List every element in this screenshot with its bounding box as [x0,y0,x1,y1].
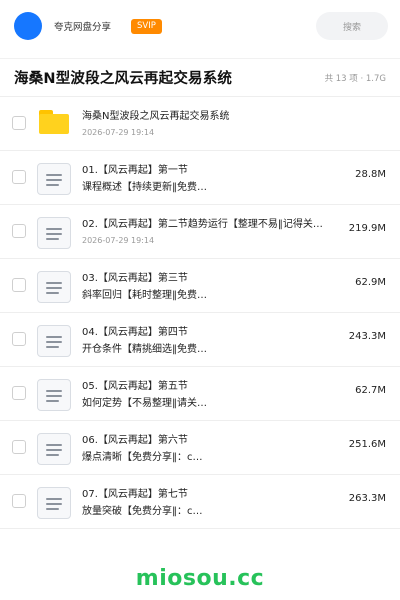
footer: miosou.cc [0,556,400,600]
item-name: 06.【风云再起】第六节 [82,435,188,446]
document-icon [37,325,71,357]
list-item[interactable]: 01.【风云再起】第一节 课程概述【持续更新‖免费… 28.8M [0,151,400,205]
checkbox[interactable] [12,440,26,454]
title-bar: 海桑N型波段之风云再起交易系统 共 13 项 · 1.7G [0,58,400,96]
checkbox[interactable] [12,332,26,346]
list-item[interactable]: 05.【风云再起】第五节 如何定势【不易整理‖请关… 62.7M [0,367,400,421]
item-size: 219.9M [348,223,386,234]
checkbox[interactable] [12,170,26,184]
document-icon [37,379,71,411]
search-button[interactable]: 搜索 [316,12,388,40]
share-owner-name: 夸克网盘分享 [54,22,112,33]
item-name: 07.【风云再起】第七节 [82,489,188,500]
item-name: 04.【风云再起】第四节 [82,327,188,338]
checkbox[interactable] [12,494,26,508]
item-name: 海桑N型波段之风云再起交易系统 [82,111,230,122]
checkbox[interactable] [12,386,26,400]
file-list: 海桑N型波段之风云再起交易系统 2026-07-29 19:14 01.【风云再… [0,96,400,529]
folder-icon [39,110,69,134]
avatar[interactable] [14,12,42,40]
item-subtitle: 如何定势【不易整理‖请关… [82,398,207,409]
item-size: 62.9M [355,277,386,288]
list-item[interactable]: 07.【风云再起】第七节 放量突破【免费分享‖：c… 263.3M [0,475,400,529]
item-size: 62.7M [355,385,386,396]
document-icon [37,163,71,195]
list-item-folder[interactable]: 海桑N型波段之风云再起交易系统 2026-07-29 19:14 [0,97,400,151]
item-subtitle: 放量突破【免费分享‖：c… [82,506,203,517]
item-subtitle: 斜率回归【耗时整理‖免费… [82,290,207,301]
page-title: 海桑N型波段之风云再起交易系统 [14,71,233,87]
top-bar: 夸克网盘分享 SVIP 搜索 [0,0,400,52]
item-subtitle: 爆点清晰【免费分享‖：c… [82,452,203,463]
list-item[interactable]: 06.【风云再起】第六节 爆点清晰【免费分享‖：c… 251.6M [0,421,400,475]
item-size: 28.8M [355,169,386,180]
item-count-and-size: 共 13 项 · 1.7G [324,73,386,84]
checkbox[interactable] [12,224,26,238]
document-icon [37,217,71,249]
document-icon [37,271,71,303]
search-label: 搜索 [342,22,361,33]
vip-badge: SVIP [131,18,162,34]
item-date: 2026-07-29 19:14 [82,128,155,137]
document-icon [37,487,71,519]
checkbox[interactable] [12,278,26,292]
list-item[interactable]: 04.【风云再起】第四节 开仓条件【精挑细选‖免费… 243.3M [0,313,400,367]
document-icon [37,433,71,465]
item-name: 01.【风云再起】第一节 [82,165,188,176]
item-name: 03.【风云再起】第三节 [82,273,188,284]
item-date: 2026-07-29 19:14 [82,236,155,245]
list-item[interactable]: 03.【风云再起】第三节 斜率回归【耗时整理‖免费… 62.9M [0,259,400,313]
item-size: 263.3M [348,493,386,504]
item-size: 243.3M [348,331,386,342]
checkbox[interactable] [12,116,26,130]
item-name: 05.【风云再起】第五节 [82,381,188,392]
site-watermark: miosou.cc [135,565,265,591]
item-name: 02.【风云再起】第二节趋势运行【整理不易‖记得关… [82,219,323,230]
item-subtitle: 开仓条件【精挑细选‖免费… [82,344,207,355]
list-item[interactable]: 02.【风云再起】第二节趋势运行【整理不易‖记得关… 2026-07-29 19… [0,205,400,259]
item-size: 251.6M [348,439,386,450]
item-subtitle: 课程概述【持续更新‖免费… [82,182,207,193]
